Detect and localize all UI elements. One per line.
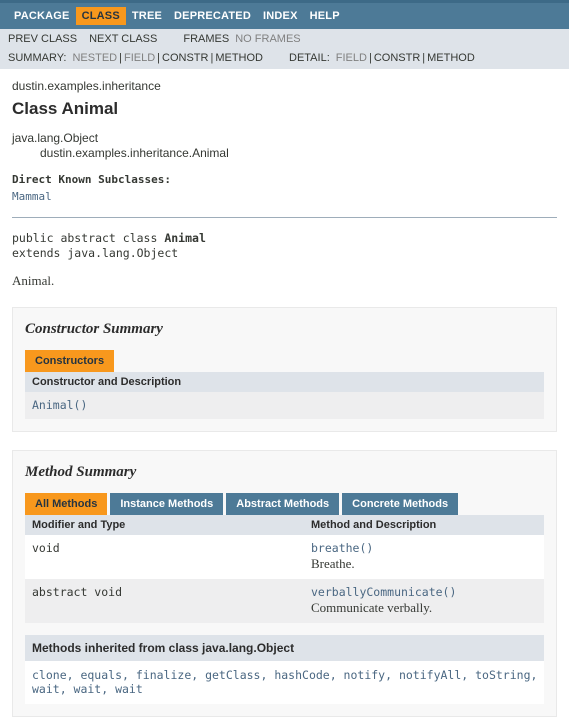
method-description-text: Breathe. [311,556,355,571]
method-modifier-cell: abstract void [25,579,304,623]
constructor-tabs: Constructors [13,350,556,372]
top-nav-list: PACKAGE CLASS TREE DEPRECATED INDEX HELP [0,3,569,29]
separator: | [210,51,214,64]
class-declaration: public abstract class Animal extends jav… [12,231,557,261]
declaration-extends: extends java.lang.Object [12,246,179,260]
class-header: dustin.examples.inheritance Class Animal… [0,69,569,289]
sub-nav-row-classnav: PREV CLASS NEXT CLASS FRAMES NO FRAMES [0,29,569,48]
constructor-summary-title: Constructor Summary [25,321,163,337]
detail-label: DETAIL: [289,51,330,64]
table-header-row: Constructor and Description [25,372,544,392]
nav-item-package[interactable]: PACKAGE [8,7,76,25]
method-summary-table: Modifier and Type Method and Description… [25,515,544,623]
direct-known-subclasses-list[interactable]: Mammal [12,190,557,203]
detail-item-constr[interactable]: CONSTR [374,52,420,64]
inherited-methods-list[interactable]: clone, equals, finalize, getClass, hashC… [25,661,544,704]
tab-all-methods[interactable]: All Methods [25,493,108,515]
table-row: Animal() [25,392,544,419]
prev-class-link[interactable]: PREV CLASS [8,33,77,45]
page-title: Class Animal [12,99,119,118]
top-navigation-bar: PACKAGE CLASS TREE DEPRECATED INDEX HELP [0,0,569,29]
nav-link-class[interactable]: CLASS [75,7,126,25]
separator: | [157,51,161,64]
nav-link-package[interactable]: PACKAGE [8,7,76,25]
detail-item-method[interactable]: METHOD [427,52,475,64]
table-header-row: Modifier and Type Method and Description [25,515,544,535]
method-signature-link[interactable]: breathe() [311,541,544,555]
inherited-methods-heading: Methods inherited from class java.lang.O… [25,635,544,661]
tab-instance-methods[interactable]: Instance Methods [110,493,224,515]
summary-item-constr[interactable]: CONSTR [162,52,208,64]
method-description-cell: verballyCommunicate() Communicate verbal… [304,579,544,623]
summary-item-method[interactable]: METHOD [215,52,263,64]
tab-abstract-methods[interactable]: Abstract Methods [226,493,340,515]
summary-item-field: FIELD [123,51,156,64]
nav-item-deprecated[interactable]: DEPRECATED [168,7,257,25]
method-description-cell: breathe() Breathe. [304,535,544,579]
summary-label: SUMMARY: [8,51,67,64]
summary-item-nested: NESTED [72,51,118,64]
next-class-link[interactable]: NEXT CLASS [89,33,157,45]
nav-link-help[interactable]: HELP [304,7,346,25]
no-frames-link[interactable]: NO FRAMES [235,33,300,45]
inheritance-tree: java.lang.Object dustin.examples.inherit… [12,131,557,161]
method-tabs: All Methods Instance Methods Abstract Me… [13,493,556,515]
nav-item-class[interactable]: CLASS [75,7,126,25]
inheritance-item-root: java.lang.Object [12,131,99,145]
method-description-text: Communicate verbally. [311,600,433,615]
detail-item-field: FIELD [335,51,367,64]
sub-nav-row-summary-detail: SUMMARY: NESTED | FIELD | CONSTR | METHO… [0,48,569,69]
column-header-method-and-description: Method and Description [304,515,544,535]
tab-constructors[interactable]: Constructors [25,350,115,372]
method-summary-title: Method Summary [25,464,137,480]
tab-concrete-methods[interactable]: Concrete Methods [342,493,459,515]
table-row: abstract void verballyCommunicate() Comm… [25,579,544,623]
nav-item-index[interactable]: INDEX [257,7,304,25]
package-name: dustin.examples.inheritance [12,79,161,93]
inheritance-sublist: dustin.examples.inheritance.Animal [12,146,557,161]
nav-item-tree[interactable]: TREE [126,7,168,25]
declaration-class-name: Animal [164,231,206,245]
inheritance-branch: dustin.examples.inheritance.Animal [12,146,557,161]
frames-link[interactable]: FRAMES [183,33,229,45]
constructor-summary-table: Constructor and Description Animal() [25,372,544,419]
column-header-constructor-and-description: Constructor and Description [25,372,544,392]
method-modifier-cell: void [25,535,304,579]
sub-navigation-bar: PREV CLASS NEXT CLASS FRAMES NO FRAMES S… [0,29,569,69]
inherited-methods-block: Methods inherited from class java.lang.O… [25,635,544,704]
nav-link-deprecated[interactable]: DEPRECATED [168,7,257,25]
column-header-modifier-and-type: Modifier and Type [25,515,304,535]
constructor-cell: Animal() [25,392,544,419]
method-signature-link[interactable]: verballyCommunicate() [311,585,544,599]
nav-item-help[interactable]: HELP [304,7,346,25]
direct-known-subclasses-label: Direct Known Subclasses: [12,173,171,186]
method-summary-panel: Method Summary All Methods Instance Meth… [12,450,557,717]
constructor-summary-panel: Constructor Summary Constructors Constru… [12,307,557,432]
divider [12,217,557,218]
nav-link-tree[interactable]: TREE [126,7,168,25]
declaration-modifiers: public abstract class [12,231,165,245]
class-description: Animal. [12,273,55,288]
inheritance-item-current: dustin.examples.inheritance.Animal [40,146,229,160]
nav-link-index[interactable]: INDEX [257,7,304,25]
separator: | [368,51,372,64]
separator: | [119,51,122,64]
constructor-signature-link[interactable]: Animal() [32,398,544,412]
summary-sections: Constructor Summary Constructors Constru… [0,307,569,717]
separator: | [422,51,426,64]
table-row: void breathe() Breathe. [25,535,544,579]
